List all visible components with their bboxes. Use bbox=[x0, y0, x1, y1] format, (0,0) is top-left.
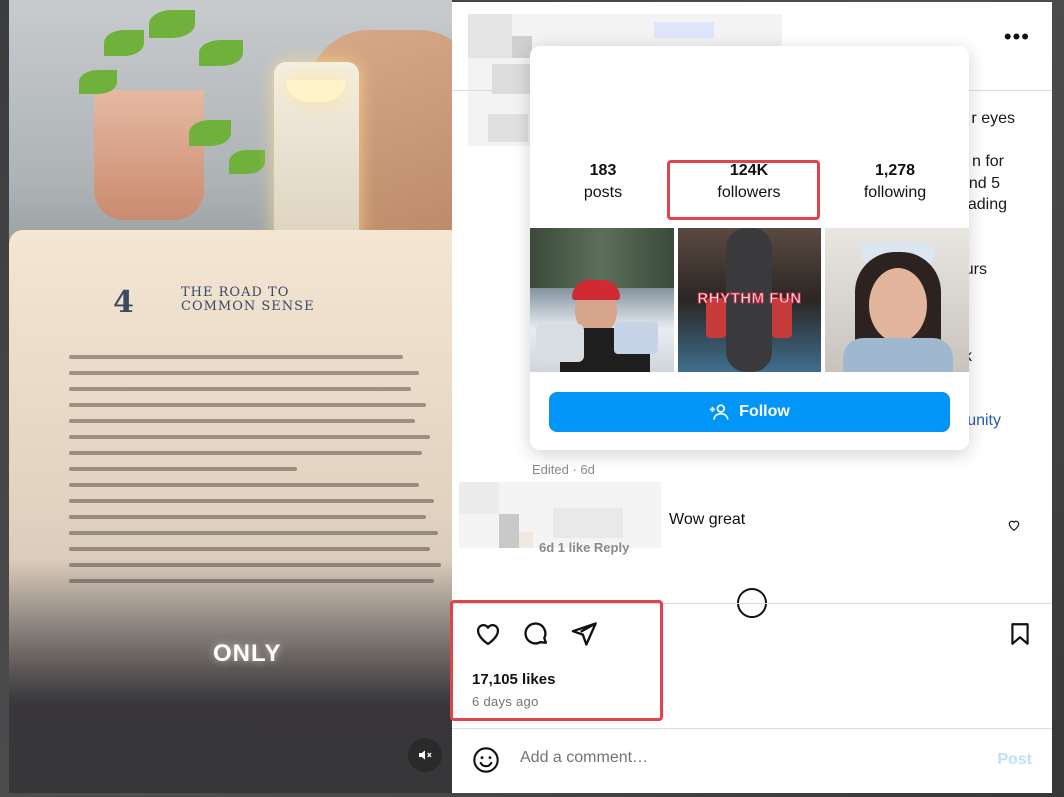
leaf-image bbox=[79, 70, 117, 94]
add-user-icon bbox=[710, 404, 729, 420]
likes-highlight bbox=[450, 600, 663, 721]
stat-label: posts bbox=[583, 184, 623, 201]
stat-posts[interactable]: 183 posts bbox=[530, 162, 676, 202]
leaf-image bbox=[229, 150, 265, 174]
emoji-button[interactable] bbox=[472, 746, 500, 779]
profile-hovercard: 183 posts 124K followers 1,278 following… bbox=[530, 46, 970, 450]
post-media[interactable]: 4 THE ROAD TO COMMON SENSE ONLY bbox=[9, 0, 452, 793]
comment-like-button[interactable] bbox=[1007, 518, 1021, 537]
comment-input[interactable] bbox=[520, 749, 960, 767]
post-comment-button[interactable]: Post bbox=[997, 751, 1032, 769]
plant-pot-image bbox=[94, 90, 204, 220]
comment-text: Wow great bbox=[669, 511, 746, 528]
leaf-image bbox=[104, 30, 144, 56]
media-shadow bbox=[9, 560, 452, 793]
video-overlay-text: ONLY bbox=[213, 640, 282, 667]
caption-text: nd 5 bbox=[968, 175, 1000, 192]
chapter-number: 4 bbox=[113, 285, 134, 320]
book-light-image bbox=[274, 62, 359, 242]
thumbnail-caption: RHYTHM FUN bbox=[697, 290, 802, 308]
caption-text: n for bbox=[971, 153, 1004, 170]
bookmark-icon bbox=[1011, 623, 1029, 645]
caption-link[interactable]: unity bbox=[967, 412, 1001, 430]
commenter-avatar-blurred bbox=[459, 482, 661, 548]
chapter-title: THE ROAD TO COMMON SENSE bbox=[181, 286, 315, 314]
post-thumbnail[interactable]: RHYTHM FUN bbox=[677, 228, 822, 372]
post-thumbnail[interactable] bbox=[825, 228, 970, 372]
post-thumbnail[interactable] bbox=[530, 228, 674, 372]
recent-posts-grid: RHYTHM FUN bbox=[530, 228, 970, 372]
caption-text: ading bbox=[967, 196, 1007, 213]
stat-value: 183 bbox=[589, 162, 617, 179]
more-options-button[interactable]: ••• bbox=[1004, 26, 1030, 48]
chapter-title-line: THE ROAD TO bbox=[181, 285, 290, 300]
leaf-image bbox=[189, 120, 231, 146]
stat-label: following bbox=[863, 184, 927, 201]
stat-value: 1,278 bbox=[874, 162, 916, 179]
comment-meta[interactable]: 6d 1 like Reply bbox=[539, 540, 629, 555]
leaf-image bbox=[199, 40, 243, 66]
book-text bbox=[69, 355, 449, 595]
smiley-icon bbox=[473, 747, 499, 773]
followers-highlight bbox=[667, 160, 820, 220]
follow-button[interactable]: Follow bbox=[549, 392, 950, 432]
follow-button-label: Follow bbox=[739, 403, 790, 420]
chapter-title-line: COMMON SENSE bbox=[181, 299, 315, 314]
comment-row: Wow great 6d 1 like Reply bbox=[459, 482, 1029, 555]
edited-timestamp: Edited · 6d bbox=[532, 462, 595, 477]
save-button[interactable] bbox=[1004, 618, 1036, 650]
stat-following[interactable]: 1,278 following bbox=[822, 162, 968, 202]
caption-text: r eyes bbox=[971, 110, 1015, 127]
comment-bar: Post bbox=[452, 729, 1052, 793]
speaker-muted-icon bbox=[419, 750, 432, 760]
mute-button[interactable] bbox=[408, 738, 442, 772]
heart-icon bbox=[1008, 520, 1020, 531]
leaf-image bbox=[149, 10, 195, 38]
